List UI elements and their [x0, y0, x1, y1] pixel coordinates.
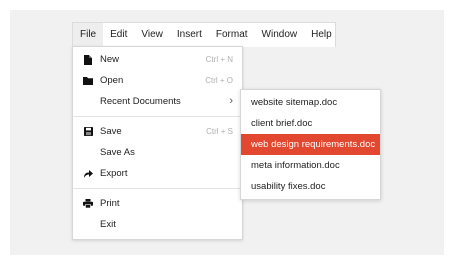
menu-item-new[interactable]: New Ctrl + N: [73, 49, 242, 70]
menu-item-print[interactable]: Print: [73, 193, 242, 214]
menu-item-label: Open: [100, 75, 124, 86]
recent-document-item[interactable]: website sitemap.doc: [241, 92, 380, 113]
menu-item-export[interactable]: Export: [73, 163, 242, 184]
menu-item-label: Save: [100, 126, 122, 137]
chevron-right-icon: ›: [229, 95, 233, 107]
recent-document-item[interactable]: usability fixes.doc: [241, 176, 380, 197]
recent-documents-submenu: website sitemap.doc client brief.doc web…: [240, 89, 381, 200]
printer-icon: [83, 193, 93, 214]
shortcut-label: Ctrl + S: [206, 127, 233, 136]
export-arrow-icon: [83, 163, 93, 184]
shortcut-label: Ctrl + N: [205, 55, 233, 64]
recent-document-item[interactable]: client brief.doc: [241, 113, 380, 134]
menu-item-recent-documents[interactable]: Recent Documents ›: [73, 91, 242, 112]
menu-divider: [73, 188, 242, 189]
floppy-disk-icon: [83, 121, 93, 142]
menu-view[interactable]: View: [134, 23, 170, 47]
menu-insert[interactable]: Insert: [170, 23, 209, 47]
menu-divider: [73, 116, 242, 117]
recent-document-item[interactable]: meta information.doc: [241, 155, 380, 176]
document-icon: [83, 49, 93, 70]
menu-item-label: Exit: [100, 219, 116, 230]
menu-item-label: Recent Documents: [100, 96, 181, 107]
menu-item-open[interactable]: Open Ctrl + O: [73, 70, 242, 91]
menu-file[interactable]: File: [73, 23, 104, 47]
menu-item-label: Save As: [100, 147, 135, 158]
menu-item-save[interactable]: Save Ctrl + S: [73, 121, 242, 142]
menu-help[interactable]: Help: [304, 23, 339, 47]
menu-item-exit[interactable]: Exit: [73, 214, 242, 235]
menu-edit[interactable]: Edit: [103, 23, 134, 47]
menu-format[interactable]: Format: [209, 23, 255, 47]
menu-bar: File Edit View Insert Format Window Help: [72, 22, 336, 47]
menu-item-label: Export: [100, 168, 128, 179]
shortcut-label: Ctrl + O: [205, 76, 233, 85]
folder-icon: [83, 70, 93, 91]
menu-item-label: New: [100, 54, 120, 65]
recent-document-item-highlighted[interactable]: web design requirements.doc: [241, 134, 380, 155]
menu-item-save-as[interactable]: Save As: [73, 142, 242, 163]
menu-item-label: Print: [100, 198, 120, 209]
menu-window[interactable]: Window: [255, 23, 305, 47]
file-dropdown-menu: New Ctrl + N Open Ctrl + O Recent Docume…: [72, 46, 243, 240]
